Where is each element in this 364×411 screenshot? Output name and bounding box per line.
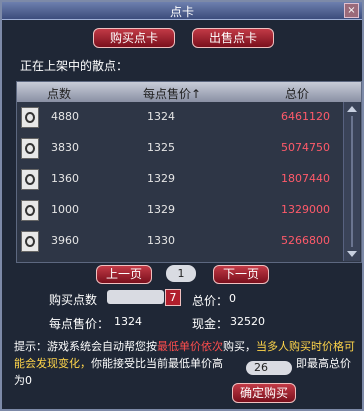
unit-price-label: 每点售价： — [49, 317, 110, 331]
table-row[interactable]: 3960 1330 5266800 — [17, 228, 361, 256]
total-label: 总价： — [192, 294, 229, 308]
row-unit-price: 1325 — [147, 141, 175, 154]
sell-card-tab[interactable]: 出售点卡 — [192, 28, 274, 48]
cash-value: 32520 — [230, 315, 265, 328]
row-amount: 3830 — [51, 141, 79, 154]
cash-label: 现金： — [192, 317, 229, 331]
row-total: 5074750 — [281, 141, 330, 154]
point-card-window: 点卡 × 购买点卡 出售点卡 正在上架中的散点： 点数 每点售价↑ 总价 488… — [0, 0, 364, 411]
row-unit-price: 1329 — [147, 172, 175, 185]
listing-table: 点数 每点售价↑ 总价 4880 1324 6461120 3830 1325 … — [16, 81, 362, 263]
hint-max-total: 0 — [25, 374, 32, 387]
row-amount: 4880 — [51, 110, 79, 123]
qty-label: 购买点数 — [49, 293, 98, 307]
row-amount: 3960 — [51, 234, 79, 247]
row-total: 1329000 — [281, 203, 330, 216]
purchase-hint: 提示：游戏系统会自动帮您按最低单价依次购买，当多人购买时价格可能会发现变化，你能… — [14, 338, 360, 389]
scroll-down-icon[interactable] — [347, 251, 357, 257]
header-total[interactable]: 总价 — [285, 85, 309, 102]
row-amount: 1360 — [51, 172, 79, 185]
row-total: 6461120 — [281, 110, 330, 123]
header-amount[interactable]: 点数 — [47, 85, 71, 102]
row-amount: 1000 — [51, 203, 79, 216]
confirm-purchase-button[interactable]: 确定购买 — [232, 383, 296, 403]
total-value: 0 — [229, 292, 236, 305]
scroll-track[interactable] — [351, 116, 353, 247]
row-unit-price: 1324 — [147, 110, 175, 123]
table-header: 点数 每点售价↑ 总价 — [17, 82, 361, 102]
buy-card-tab[interactable]: 购买点卡 — [93, 28, 175, 48]
unit-price-value: 1324 — [114, 315, 142, 328]
hint-tail: 你能接受比当前最低单价高 — [91, 357, 223, 370]
title-bar[interactable]: 点卡 × — [2, 2, 362, 20]
hint-red-text: 最低单价依次 — [157, 340, 223, 353]
hint-mid: 购买， — [223, 340, 256, 353]
point-card-icon — [21, 138, 39, 159]
table-scrollbar[interactable] — [343, 102, 360, 261]
table-row[interactable]: 4880 1324 6461120 — [17, 104, 361, 132]
listing-caption: 正在上架中的散点： — [20, 59, 129, 73]
table-row[interactable]: 1360 1329 1807440 — [17, 166, 361, 194]
page-number-field[interactable]: 1 — [166, 265, 196, 282]
qty-input[interactable] — [107, 290, 164, 304]
row-unit-price: 1329 — [147, 203, 175, 216]
table-row[interactable]: 1000 1329 1329000 — [17, 197, 361, 225]
point-card-icon — [21, 169, 39, 190]
scroll-up-icon[interactable] — [347, 106, 357, 112]
prev-page-button[interactable]: 上一页 — [96, 265, 152, 284]
price-tolerance-input[interactable]: 26 — [246, 361, 292, 375]
hint-prefix: 提示：游戏系统会自动帮您按 — [14, 340, 157, 353]
point-card-icon — [21, 107, 39, 128]
point-card-icon — [21, 231, 39, 252]
window-title: 点卡 — [169, 5, 194, 19]
qty-keypad-button[interactable]: 7 — [165, 289, 181, 306]
table-row[interactable]: 3830 1325 5074750 — [17, 135, 361, 163]
close-icon[interactable]: × — [344, 3, 359, 18]
row-total: 5266800 — [281, 234, 330, 247]
row-total: 1807440 — [281, 172, 330, 185]
point-card-icon — [21, 200, 39, 221]
row-unit-price: 1330 — [147, 234, 175, 247]
next-page-button[interactable]: 下一页 — [213, 265, 269, 284]
header-unit-price[interactable]: 每点售价↑ — [143, 85, 201, 102]
